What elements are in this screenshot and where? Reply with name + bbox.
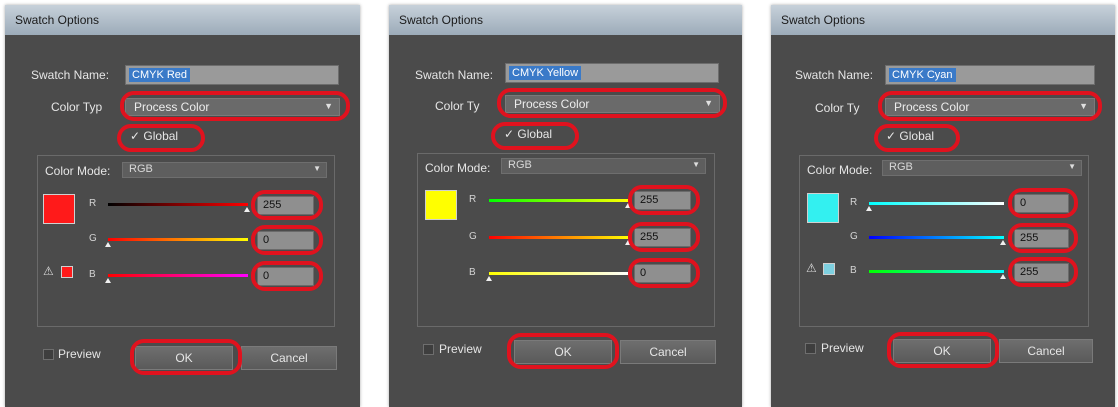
highlight-global <box>117 124 205 152</box>
channel-g-slider-handle[interactable] <box>1000 240 1006 245</box>
channel-r-slider[interactable] <box>489 199 629 202</box>
preview-checkbox[interactable] <box>43 349 54 360</box>
title-bar: Swatch Options <box>771 5 1115 35</box>
highlight-g-value <box>251 225 323 255</box>
chevron-down-icon: ▼ <box>692 160 700 169</box>
channel-g-label: G <box>850 231 858 242</box>
channel-g-label: G <box>89 233 97 244</box>
color-mode-label: Color Mode: <box>425 161 491 175</box>
highlight-r-value <box>251 190 323 220</box>
highlight-ok <box>507 333 619 369</box>
title-bar: Swatch Options <box>389 5 742 35</box>
preview-checkbox[interactable] <box>805 343 816 354</box>
highlight-color-type <box>497 88 727 118</box>
color-mode-value: RGB <box>508 159 532 171</box>
color-swatch-preview <box>425 190 457 220</box>
color-type-label: Color Ty <box>435 99 480 113</box>
channel-r-label: R <box>850 197 858 208</box>
channel-b-slider-handle[interactable] <box>105 278 111 283</box>
preview-label: Preview <box>58 347 101 361</box>
swatch-name-value: CMYK Cyan <box>889 68 956 82</box>
swatch-options-dialog-yellow: Swatch Options Swatch Name: CMYK Yellow … <box>389 5 742 407</box>
color-mode-dropdown[interactable]: RGB ▼ <box>501 158 706 174</box>
channel-b-slider[interactable] <box>869 270 1004 273</box>
color-mode-label: Color Mode: <box>807 163 873 177</box>
channel-r-slider-handle[interactable] <box>244 207 250 212</box>
channel-b-slider-handle[interactable] <box>486 276 492 281</box>
channel-b-slider-handle[interactable] <box>1000 274 1006 279</box>
swatch-name-label: Swatch Name: <box>415 68 494 82</box>
highlight-ok <box>887 332 999 368</box>
swatch-name-value: CMYK Yellow <box>509 66 582 80</box>
chevron-down-icon: ▼ <box>1068 162 1076 171</box>
channel-b-label: B <box>850 265 857 276</box>
highlight-b-value <box>628 258 700 288</box>
warning-triangle-icon: ⚠ <box>806 261 817 275</box>
channel-r-slider-handle[interactable] <box>866 206 872 211</box>
swatch-name-label: Swatch Name: <box>795 68 874 82</box>
channel-b-label: B <box>89 269 96 280</box>
swatch-options-dialog-cyan: Swatch Options Swatch Name: CMYK Cyan Co… <box>771 5 1115 407</box>
channel-g-slider-handle[interactable] <box>105 242 111 247</box>
highlight-g-value <box>1008 223 1078 253</box>
channel-b-label: B <box>469 267 476 278</box>
channel-g-slider[interactable] <box>489 236 629 239</box>
highlight-r-value <box>1008 188 1078 218</box>
highlight-global <box>491 122 579 150</box>
chevron-down-icon: ▼ <box>313 164 321 173</box>
highlight-b-value <box>1008 257 1078 287</box>
warning-triangle-icon: ⚠ <box>43 264 54 278</box>
color-mode-value: RGB <box>129 163 153 175</box>
color-mode-value: RGB <box>889 161 913 173</box>
swatch-name-value: CMYK Red <box>129 68 191 82</box>
swatch-name-input[interactable]: CMYK Cyan <box>885 65 1095 85</box>
cancel-button[interactable]: Cancel <box>999 339 1093 363</box>
channel-g-slider[interactable] <box>108 238 248 241</box>
title-bar: Swatch Options <box>5 5 360 35</box>
preview-label: Preview <box>821 341 864 355</box>
channel-g-slider[interactable] <box>869 236 1004 239</box>
gamut-swatch[interactable] <box>823 263 835 275</box>
highlight-color-type <box>878 91 1102 121</box>
highlight-color-type <box>120 91 350 121</box>
swatch-options-dialog-red: Swatch Options Swatch Name: CMYK Red Col… <box>5 5 360 407</box>
color-swatch-preview <box>807 193 839 223</box>
dialog-title: Swatch Options <box>781 13 866 27</box>
channel-r-label: R <box>469 194 477 205</box>
dialog-title: Swatch Options <box>399 13 484 27</box>
channel-g-label: G <box>469 231 477 242</box>
highlight-g-value <box>628 222 700 252</box>
gamut-swatch[interactable] <box>61 266 73 278</box>
channel-r-slider[interactable] <box>108 203 248 206</box>
swatch-name-label: Swatch Name: <box>31 68 110 82</box>
dialog-title: Swatch Options <box>15 13 100 27</box>
color-mode-dropdown[interactable]: RGB ▼ <box>122 162 327 178</box>
color-type-label: Color Typ <box>51 100 103 114</box>
color-type-label: Color Ty <box>815 101 860 115</box>
highlight-r-value <box>628 185 700 215</box>
color-mode-label: Color Mode: <box>45 164 111 178</box>
channel-r-slider[interactable] <box>869 202 1004 205</box>
cancel-button[interactable]: Cancel <box>241 346 337 370</box>
highlight-global <box>874 124 960 152</box>
channel-b-slider[interactable] <box>489 272 629 275</box>
preview-checkbox[interactable] <box>423 344 434 355</box>
cancel-button[interactable]: Cancel <box>620 340 716 364</box>
preview-label: Preview <box>439 342 482 356</box>
color-swatch-preview <box>43 194 75 224</box>
highlight-ok <box>130 339 242 375</box>
channel-r-label: R <box>89 198 97 209</box>
swatch-name-input[interactable]: CMYK Red <box>125 65 339 85</box>
swatch-name-input[interactable]: CMYK Yellow <box>505 63 719 83</box>
color-mode-dropdown[interactable]: RGB ▼ <box>882 160 1082 176</box>
highlight-b-value <box>251 261 323 291</box>
channel-b-slider[interactable] <box>108 274 248 277</box>
